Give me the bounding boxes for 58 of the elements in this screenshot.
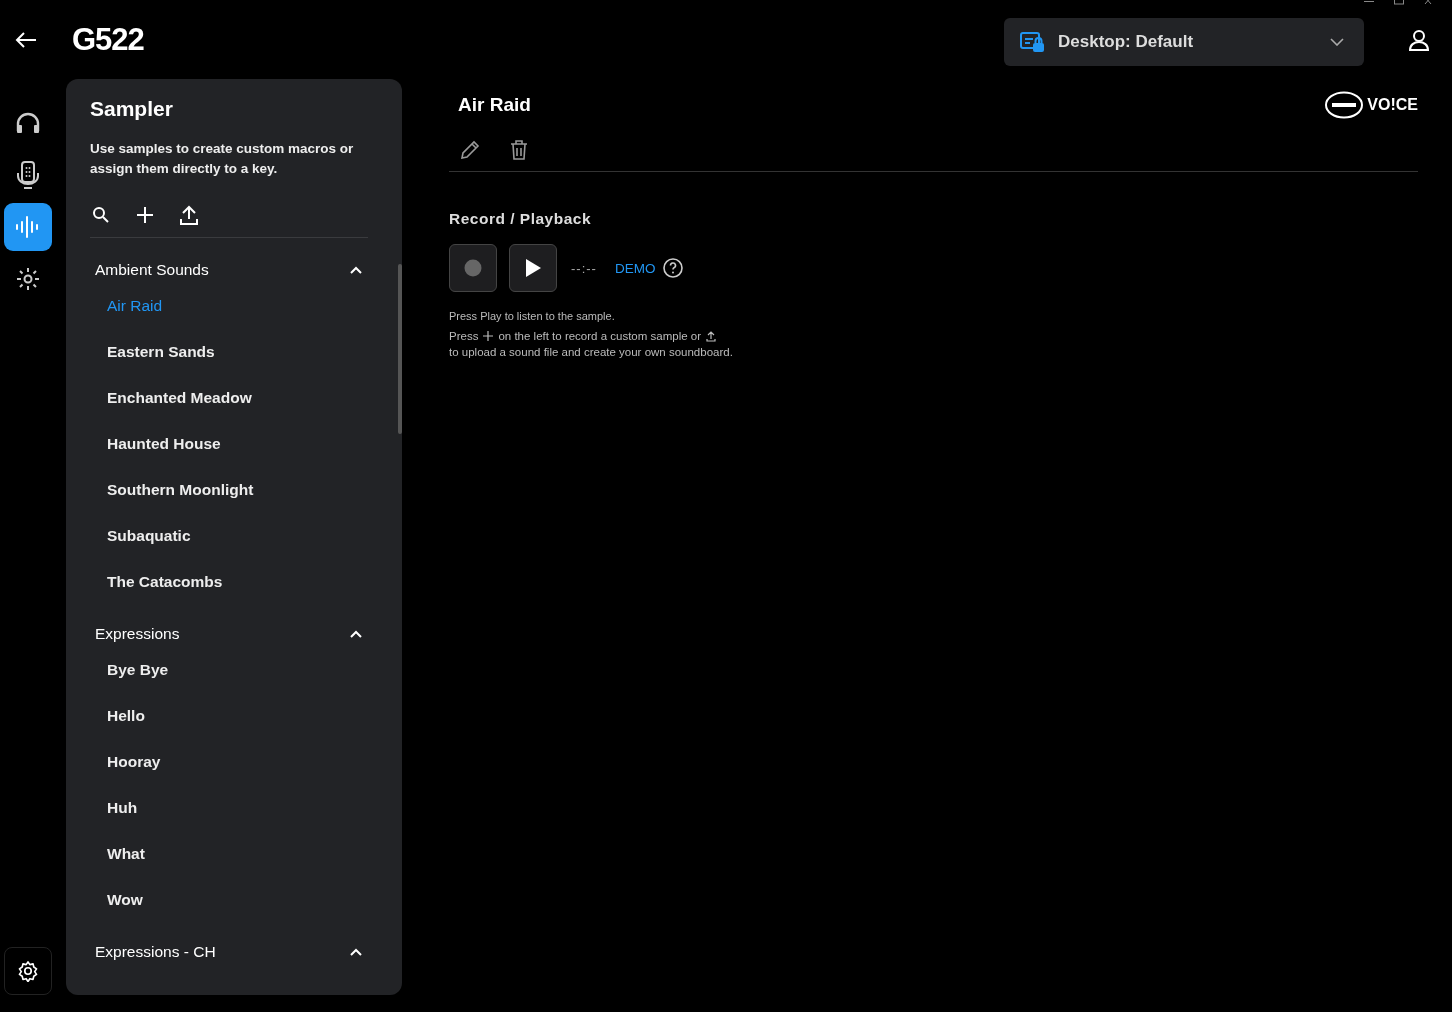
group-header[interactable]: Ambient Sounds xyxy=(95,256,362,284)
settings-button[interactable] xyxy=(4,947,52,995)
sample-item[interactable]: Huh xyxy=(95,794,362,840)
close-icon[interactable] xyxy=(1424,0,1434,5)
delete-icon[interactable] xyxy=(509,139,529,161)
chevron-down-icon xyxy=(1330,37,1344,46)
chevron-up-icon xyxy=(350,630,362,638)
sun-icon xyxy=(16,267,40,291)
user-icon[interactable] xyxy=(1408,28,1430,51)
group-header[interactable]: Expressions xyxy=(95,620,362,648)
device-title: G522 xyxy=(72,21,144,58)
waveform-icon xyxy=(15,215,41,239)
group-header[interactable]: Expressions - CH xyxy=(95,938,362,966)
hint-text: Press Play to listen to the sample. xyxy=(449,310,616,322)
record-icon xyxy=(464,259,482,277)
demo-label: DEMO xyxy=(614,260,656,276)
sample-item[interactable]: Hooray xyxy=(95,748,362,794)
back-arrow-icon[interactable] xyxy=(14,30,38,49)
sample-item[interactable]: Haunted House xyxy=(95,430,362,476)
profile-dropdown[interactable]: Desktop: Default xyxy=(1004,17,1364,66)
sample-item[interactable]: Air Raid xyxy=(95,292,362,338)
sample-item[interactable]: The Catacombs xyxy=(95,568,362,614)
microphone-icon xyxy=(16,161,40,189)
search-icon[interactable] xyxy=(92,206,110,224)
sample-item[interactable]: Bye Bye xyxy=(95,656,362,702)
section-title: Record / Playback xyxy=(449,210,593,228)
duration-text: --:-- xyxy=(571,260,597,276)
headphones-icon xyxy=(15,111,41,135)
play-icon xyxy=(524,258,542,278)
help-text: to upload a sound file and create your own soundboard. xyxy=(449,345,733,360)
sample-item[interactable]: Eastern Sands xyxy=(95,338,362,384)
profile-icon xyxy=(1020,30,1046,53)
sample-title: Air Raid xyxy=(458,94,531,116)
upload-icon xyxy=(706,330,717,342)
sample-item[interactable]: What xyxy=(95,840,362,886)
brand-logo: VO!CE xyxy=(1324,91,1418,119)
maximize-icon[interactable] xyxy=(1394,0,1404,5)
record-button[interactable] xyxy=(449,244,497,292)
panel-title: Sampler xyxy=(90,97,174,121)
sample-item[interactable]: Subaquatic xyxy=(95,522,362,568)
add-icon xyxy=(483,331,494,341)
edit-icon[interactable] xyxy=(459,139,481,161)
settings-icon xyxy=(17,960,39,982)
panel-description: Use samples to create custom macros or assign them directly to a key. xyxy=(90,140,355,178)
help-text: Press xyxy=(449,329,479,344)
play-button[interactable] xyxy=(509,244,557,292)
sample-item[interactable]: Southern Moonlight xyxy=(95,476,362,522)
chevron-up-icon xyxy=(350,266,362,274)
add-icon[interactable] xyxy=(136,206,154,224)
chevron-up-icon xyxy=(350,948,362,956)
sample-item[interactable]: Wow xyxy=(95,886,362,932)
upload-icon[interactable] xyxy=(180,205,198,225)
sample-item[interactable]: Enchanted Meadow xyxy=(95,384,362,430)
minimize-icon[interactable] xyxy=(1364,0,1374,4)
help-text: on the left to record a custom sample or xyxy=(498,329,702,344)
sample-item[interactable]: Hello xyxy=(95,702,362,748)
help-icon[interactable] xyxy=(663,258,684,278)
sampler-tab[interactable] xyxy=(4,203,52,251)
